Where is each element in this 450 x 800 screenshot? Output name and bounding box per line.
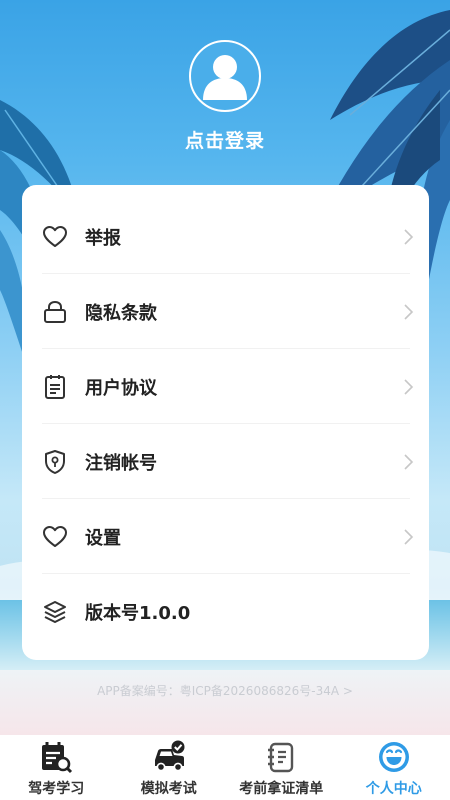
menu-item-version[interactable]: 版本号1.0.0 [42, 574, 410, 649]
chevron-right-icon [404, 453, 414, 470]
menu-item-user-agreement[interactable]: 用户协议 [42, 349, 414, 424]
heart-icon [42, 224, 68, 250]
bottom-tab-bar: 驾考学习 模拟考试 考前拿证清单 个人中心 [0, 735, 450, 800]
profile-header: 点击登录 [0, 40, 450, 153]
icp-record-link[interactable]: APP备案编号：粤ICP备2026086826号-34A > [0, 682, 450, 699]
login-link[interactable]: 点击登录 [0, 126, 450, 153]
tab-label: 考前拿证清单 [239, 781, 324, 797]
menu-item-label: 设置 [85, 527, 121, 549]
chevron-right-icon [404, 378, 414, 395]
shield-icon [42, 449, 68, 475]
tab-license-checklist[interactable]: 考前拿证清单 [225, 735, 338, 800]
menu-item-report[interactable]: 举报 [42, 199, 414, 274]
layers-icon [42, 599, 68, 625]
menu-card: 举报 隐私条款 用户协议 注销帐号 设置 版本号1.0.0 [22, 185, 429, 660]
user-icon [203, 55, 247, 100]
heart-icon [42, 524, 68, 550]
menu-item-label: 注销帐号 [85, 452, 157, 474]
menu-item-label: 举报 [85, 227, 121, 249]
car-check-icon [152, 740, 186, 774]
lock-icon [42, 299, 68, 325]
tab-label: 模拟考试 [140, 781, 197, 797]
tab-label: 个人中心 [365, 781, 422, 797]
tab-study[interactable]: 驾考学习 [0, 735, 113, 800]
tab-profile[interactable]: 个人中心 [338, 735, 450, 800]
menu-item-settings[interactable]: 设置 [42, 499, 414, 574]
tab-label: 驾考学习 [28, 781, 85, 797]
menu-item-label: 版本号1.0.0 [85, 602, 191, 624]
menu-item-label: 用户协议 [85, 377, 157, 399]
menu-item-privacy[interactable]: 隐私条款 [42, 274, 414, 349]
menu-item-delete-account[interactable]: 注销帐号 [42, 424, 414, 499]
document-icon [42, 374, 68, 400]
notebook-icon [264, 740, 298, 774]
menu-item-label: 隐私条款 [85, 302, 157, 324]
chevron-right-icon [404, 228, 414, 245]
tab-mock-exam[interactable]: 模拟考试 [113, 735, 226, 800]
sand-area [0, 670, 450, 735]
chevron-right-icon [404, 303, 414, 320]
avatar[interactable] [189, 40, 261, 112]
chevron-right-icon [404, 528, 414, 545]
smile-icon [377, 740, 411, 774]
calendar-search-icon [39, 740, 73, 774]
